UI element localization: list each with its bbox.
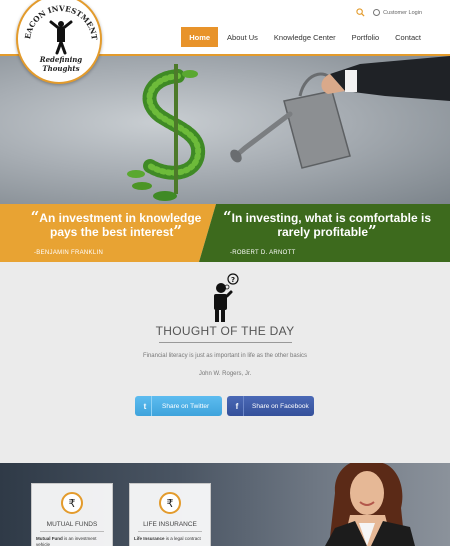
thought-quote: Financial literacy is just as important …	[142, 353, 308, 359]
card-text: Mutual Fund is an investment vehicle	[36, 536, 97, 546]
services-band: ₹ MUTUAL FUNDS Mutual Fund is an investm…	[0, 463, 450, 546]
nav-knowledge-center[interactable]: Knowledge Center	[267, 27, 343, 47]
quote-2-text: “In investing, what is comfortable is ra…	[222, 208, 431, 240]
svg-text:?: ?	[231, 276, 235, 284]
main-nav: Home About Us Knowledge Center Portfolio…	[179, 27, 428, 47]
quote-1-text: “An investment in knowledge pays the bes…	[30, 208, 202, 240]
card-text: Life Insurance is a legal contract	[134, 536, 201, 541]
dollar-plant-icon	[127, 64, 206, 201]
card-title: MUTUAL FUNDS	[46, 521, 98, 528]
nav-portfolio[interactable]: Portfolio	[345, 27, 387, 47]
top-utility-bar: Customer Login	[356, 8, 422, 17]
nav-home[interactable]: Home	[181, 27, 219, 47]
life-insurance-card[interactable]: ₹ LIFE INSURANCE Life Insurance is a leg…	[129, 483, 211, 546]
customer-login-link[interactable]: Customer Login	[373, 9, 422, 16]
share-twitter-label: Share on Twitter	[162, 402, 210, 410]
nav-about-us[interactable]: About Us	[220, 27, 265, 47]
thinking-person-icon: ?	[214, 273, 239, 322]
arm-icon	[321, 56, 450, 101]
rupee-icon: ₹	[61, 492, 83, 514]
quote-band: “An investment in knowledge pays the bes…	[0, 204, 450, 262]
twitter-icon: t	[139, 396, 152, 416]
title-divider	[159, 342, 292, 343]
user-icon	[373, 9, 381, 16]
thought-of-the-day-section: ? THOUGHT OF THE DAY Financial literacy …	[0, 262, 450, 463]
share-twitter-button[interactable]: t Share on Twitter	[135, 396, 222, 416]
logo-figure-icon	[49, 20, 73, 55]
card-divider	[138, 531, 202, 532]
quote-1-author: -BENJAMIN FRANKLIN	[34, 250, 104, 256]
card-divider	[40, 531, 104, 532]
search-icon[interactable]	[356, 8, 365, 17]
beacon-logo[interactable]: BEACON INVESTMENTS Redefining Thoughts	[16, 0, 102, 84]
thought-title: THOUGHT OF THE DAY	[155, 324, 295, 338]
woman-portrait	[325, 463, 415, 546]
customer-login-label: Customer Login	[383, 9, 422, 16]
thought-author: John W. Rogers, Jr.	[198, 371, 252, 377]
quote-2-author: -ROBERT D. ARNOTT	[230, 250, 296, 256]
logo-tagline: Redefining Thoughts	[39, 55, 83, 73]
facebook-icon: f	[231, 396, 244, 416]
share-facebook-button[interactable]: f Share on Facebook	[227, 396, 314, 416]
card-title: LIFE INSURANCE	[143, 521, 197, 528]
nav-contact[interactable]: Contact	[388, 27, 428, 47]
page: Customer Login Home About Us Knowledge C…	[0, 0, 450, 546]
mutual-funds-card[interactable]: ₹ MUTUAL FUNDS Mutual Fund is an investm…	[31, 483, 113, 546]
rupee-icon: ₹	[159, 492, 181, 514]
share-facebook-label: Share on Facebook	[252, 402, 309, 410]
